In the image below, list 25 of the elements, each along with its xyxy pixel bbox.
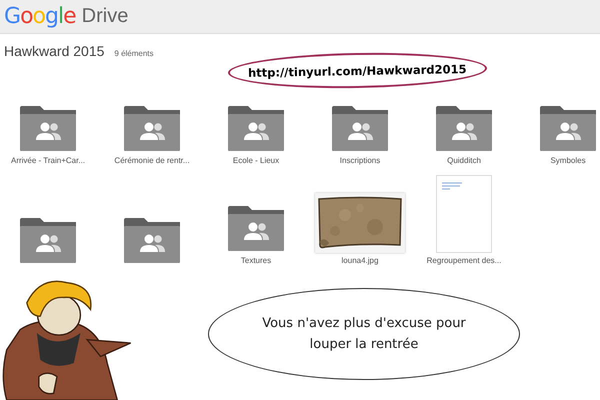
shared-folder-icon[interactable] <box>20 218 76 263</box>
file-name[interactable]: Textures <box>240 256 272 265</box>
file-name[interactable]: Arrivée - Train+Car... <box>10 156 86 165</box>
speech-text: louper la rentrée <box>310 337 418 352</box>
url-annotation: http://tinyurl.com/Hawkward2015 <box>228 50 487 90</box>
file-name[interactable]: louna4.jpg <box>342 256 378 265</box>
product-name: Drive <box>82 5 128 28</box>
shared-folder-icon[interactable] <box>436 106 492 151</box>
shared-folder-icon[interactable] <box>540 106 596 151</box>
file-name[interactable]: Inscriptions <box>340 156 380 165</box>
shared-folder-icon[interactable] <box>124 106 180 151</box>
file-name[interactable]: Symboles <box>550 156 586 165</box>
shared-folder-icon[interactable] <box>332 106 388 151</box>
shared-folder-icon[interactable] <box>228 106 284 151</box>
file-name[interactable]: Cérémonie de rentr... <box>114 156 190 165</box>
item-count: 9 éléments <box>114 49 154 58</box>
document-thumbnail[interactable] <box>436 175 492 253</box>
file-name[interactable]: Quidditch <box>447 156 481 165</box>
speech-text: Vous n'avez plus d'excuse pour <box>262 316 466 331</box>
file-name[interactable]: Ecole - Lieux <box>232 156 280 165</box>
shared-folder-icon[interactable] <box>228 206 284 251</box>
folder-title: Hawkward 2015 <box>4 43 104 59</box>
shared-folder-icon[interactable] <box>20 106 76 151</box>
shared-folder-icon[interactable] <box>124 218 180 263</box>
file-name[interactable]: Regroupement des... <box>426 256 502 265</box>
